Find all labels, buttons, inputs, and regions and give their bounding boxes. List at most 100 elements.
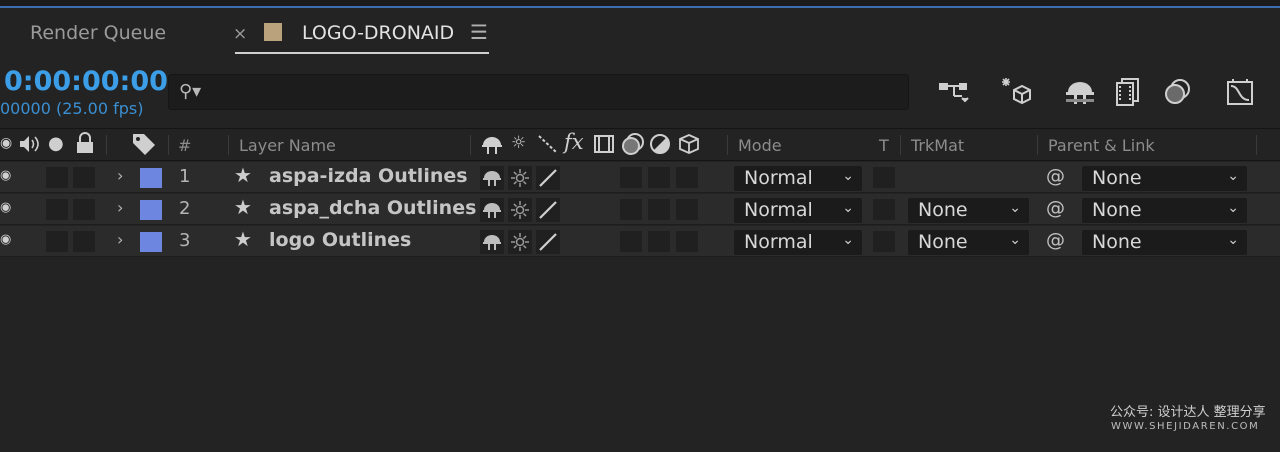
parent-pickwhip-icon[interactable]: @ — [1046, 229, 1065, 251]
blend-mode-dropdown[interactable]: Normal ⌄ — [734, 166, 862, 191]
quality-switch-icon[interactable] — [536, 230, 560, 254]
quality-switch-icon[interactable] — [536, 166, 560, 190]
search-input[interactable] — [209, 79, 899, 105]
audio-toggle[interactable] — [46, 231, 68, 252]
audio-header-icon[interactable] — [18, 133, 42, 159]
preserve-transparency-toggle[interactable] — [873, 199, 895, 220]
shy-switch-icon[interactable] — [480, 198, 504, 222]
layer-search-field[interactable]: ⚲▾ — [168, 74, 909, 110]
search-icon[interactable]: ⚲▾ — [179, 81, 201, 102]
watermark-url: WWW.SHEJIDAREN.COM — [1111, 421, 1260, 432]
blend-mode-dropdown[interactable]: Normal ⌄ — [734, 230, 862, 255]
layer-name[interactable]: aspa_dcha Outlines — [269, 197, 476, 219]
layer-number-header: # — [178, 136, 192, 155]
chevron-right-icon[interactable]: › — [117, 198, 123, 217]
column-separator — [470, 135, 471, 155]
chevron-right-icon[interactable]: › — [117, 166, 123, 185]
frame-blending-icon[interactable] — [1110, 74, 1146, 110]
panel-menu-icon[interactable]: ☰ — [470, 20, 488, 44]
frame-blend-switch[interactable] — [648, 199, 670, 220]
adjustment-layer-header-icon[interactable] — [649, 133, 671, 159]
graph-editor-icon[interactable] — [1222, 74, 1258, 110]
quality-header-icon[interactable] — [537, 133, 559, 159]
trkmat-header[interactable]: TrkMat — [911, 136, 964, 155]
frame-blend-switch[interactable] — [648, 231, 670, 252]
collapse-switch-icon[interactable] — [508, 230, 532, 254]
layer-label-color[interactable] — [140, 168, 162, 188]
tab-render-queue[interactable]: Render Queue — [30, 22, 166, 44]
parent-dropdown[interactable]: None ⌄ — [1082, 166, 1247, 191]
parent-value: None — [1092, 199, 1142, 221]
motion-blur-switch[interactable] — [676, 231, 698, 252]
video-toggle-header-icon[interactable]: ◉ — [0, 135, 12, 151]
layer-name-header[interactable]: Layer Name — [239, 136, 336, 155]
quality-switch-icon[interactable] — [536, 198, 560, 222]
audio-toggle[interactable] — [46, 199, 68, 220]
shy-switch-icon[interactable] — [480, 230, 504, 254]
shy-switch-icon[interactable] — [480, 166, 504, 190]
chevron-right-icon[interactable]: › — [117, 230, 123, 249]
preserve-transparency-header[interactable]: T — [879, 136, 889, 155]
trkmat-dropdown[interactable]: None ⌄ — [908, 230, 1029, 255]
parent-dropdown[interactable]: None ⌄ — [1082, 230, 1247, 255]
layer-label-color[interactable] — [140, 200, 162, 220]
frame-blend-switch[interactable] — [648, 167, 670, 188]
motion-blur-icon[interactable] — [1160, 74, 1196, 110]
fx-switch[interactable] — [620, 199, 642, 220]
composition-mini-flowchart-icon[interactable] — [936, 74, 972, 110]
shape-layer-star-icon: ★ — [234, 227, 252, 251]
label-header-icon[interactable] — [131, 132, 157, 160]
blend-mode-dropdown[interactable]: Normal ⌄ — [734, 198, 862, 223]
3d-layer-header-icon[interactable] — [677, 133, 701, 159]
layer-name[interactable]: logo Outlines — [269, 229, 411, 251]
layer-column-header: ◉ ● # Layer Name ☼ fx Mode T TrkMat Pare… — [0, 128, 1280, 161]
fx-switch[interactable] — [620, 167, 642, 188]
solo-toggle[interactable] — [73, 167, 95, 188]
motion-blur-switch[interactable] — [676, 199, 698, 220]
tab-active-composition[interactable]: LOGO-DRONAID — [302, 22, 454, 44]
solo-toggle[interactable] — [73, 199, 95, 220]
column-separator — [900, 135, 901, 155]
parent-pickwhip-icon[interactable]: @ — [1046, 197, 1065, 219]
solo-header-icon[interactable]: ● — [48, 133, 64, 154]
layer-label-color[interactable] — [140, 232, 162, 252]
eye-icon[interactable]: ◉ — [0, 232, 11, 247]
audio-toggle[interactable] — [46, 167, 68, 188]
current-timecode[interactable]: 0:00:00:00 — [4, 66, 168, 97]
preserve-transparency-toggle[interactable] — [873, 167, 895, 188]
draft-3d-icon[interactable] — [998, 74, 1034, 110]
fx-switch[interactable] — [620, 231, 642, 252]
lock-header-icon[interactable] — [75, 132, 95, 158]
close-icon[interactable]: × — [233, 24, 247, 44]
mode-header[interactable]: Mode — [738, 136, 782, 155]
panel-tab-bar: Render Queue × LOGO-DRONAID ☰ — [0, 10, 1280, 58]
chevron-down-icon: ⌄ — [1227, 232, 1239, 248]
collapse-header-icon[interactable]: ☼ — [511, 133, 526, 153]
parent-link-header[interactable]: Parent & Link — [1048, 136, 1155, 155]
fx-header[interactable]: fx — [564, 130, 584, 154]
eye-icon[interactable]: ◉ — [0, 168, 11, 183]
layer-row[interactable]: ◉ › 1 ★ aspa-izda Outlines Normal ⌄ @ No… — [0, 162, 1280, 193]
layer-row[interactable]: ◉ › 2 ★ aspa_dcha Outlines Normal ⌄ None… — [0, 194, 1280, 225]
eye-icon[interactable]: ◉ — [0, 200, 11, 215]
collapse-switch-icon[interactable] — [508, 198, 532, 222]
layer-row[interactable]: ◉ › 3 ★ logo Outlines Normal ⌄ None ⌄ @ … — [0, 226, 1280, 257]
layer-name[interactable]: aspa-izda Outlines — [269, 165, 468, 187]
motion-blur-header-icon[interactable] — [620, 132, 646, 160]
column-separator — [106, 135, 107, 155]
column-separator — [168, 135, 169, 155]
motion-blur-switch[interactable] — [676, 167, 698, 188]
shy-switch-header-icon[interactable] — [480, 134, 504, 160]
trkmat-dropdown[interactable]: None ⌄ — [908, 198, 1029, 223]
parent-dropdown[interactable]: None ⌄ — [1082, 198, 1247, 223]
collapse-switch-icon[interactable] — [508, 166, 532, 190]
column-separator — [228, 135, 229, 155]
parent-pickwhip-icon[interactable]: @ — [1046, 165, 1065, 187]
frame-blend-header-icon[interactable] — [593, 133, 615, 159]
trkmat-value: None — [918, 231, 968, 253]
parent-value: None — [1092, 231, 1142, 253]
column-separator — [1256, 135, 1257, 155]
preserve-transparency-toggle[interactable] — [873, 231, 895, 252]
shy-layers-icon[interactable] — [1062, 74, 1098, 110]
solo-toggle[interactable] — [73, 231, 95, 252]
